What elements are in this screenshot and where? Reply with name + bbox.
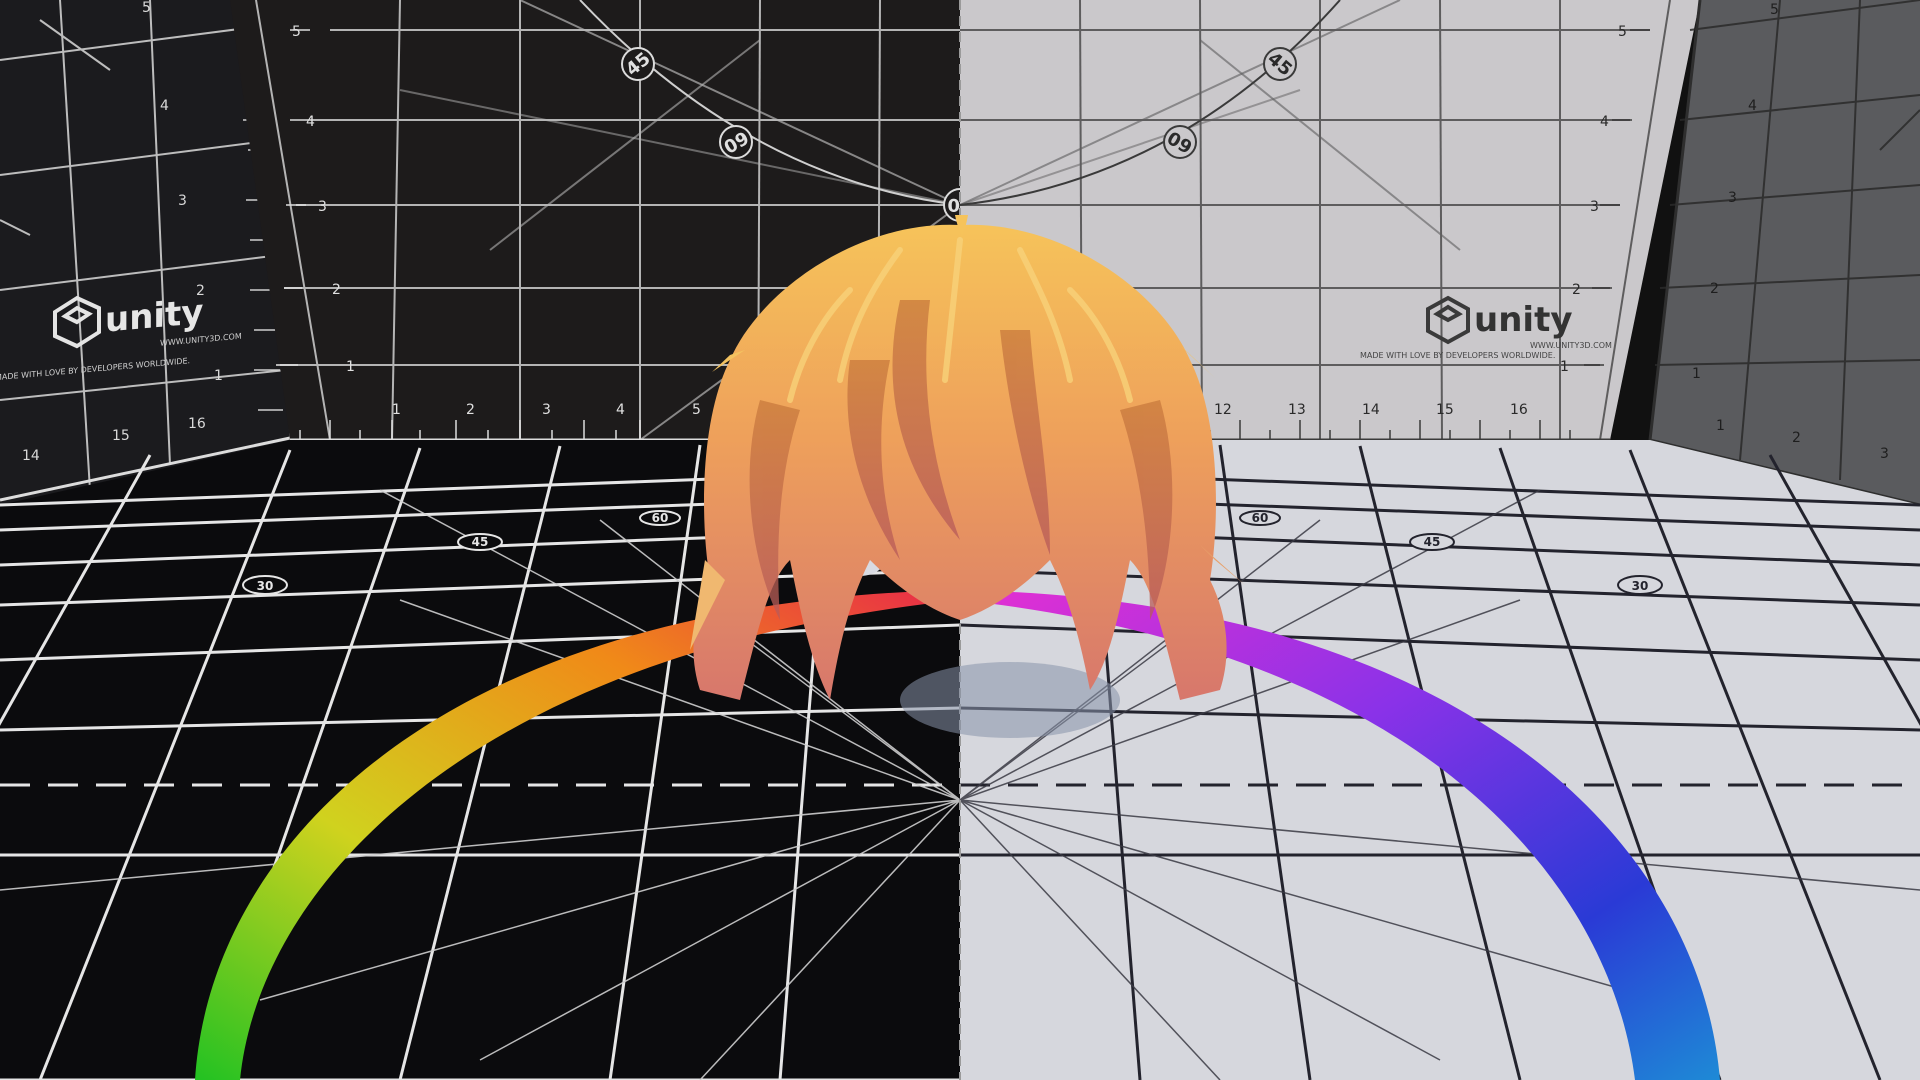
right-wall-ruler-5: 5 [1770,2,1779,18]
left-wall-ruler-3: 3 [178,193,187,209]
back-dark-ruler-h4: 4 [616,402,625,418]
scene-render: 5 4 3 2 1 14 15 16 unity WWW.UNITY3D.COM… [0,0,1920,1080]
back-light-ruler-h12: 12 [1214,402,1232,418]
right-wall-ruler-3: 3 [1728,190,1737,206]
back-light-ruler-h14: 14 [1362,402,1380,418]
right-side-wall: 5 4 3 2 1 1 2 3 [1648,0,1920,510]
left-wall-ruler-16: 16 [188,416,206,432]
right-wall-ruler-h1: 1 [1716,418,1725,434]
angle-label-45-floor-light: 45 [1424,535,1441,549]
viewport-3d[interactable]: 5 4 3 2 1 14 15 16 unity WWW.UNITY3D.COM… [0,0,1920,1080]
back-light-ruler-5: 5 [1618,24,1627,40]
unity-logo-right-tagline: MADE WITH LOVE BY DEVELOPERS WORLDWIDE. [1360,351,1555,360]
angle-label-30-floor-dark: 30 [257,579,274,593]
left-wall-ruler-5: 5 [142,0,151,16]
left-wall-ruler-1: 1 [214,368,223,384]
back-light-ruler-h16: 16 [1510,402,1528,418]
back-dark-ruler-4: 4 [306,114,315,130]
right-wall-ruler-2: 2 [1710,281,1719,297]
back-light-ruler-4: 4 [1600,114,1609,130]
back-light-ruler-h13: 13 [1288,402,1306,418]
back-light-ruler-1: 1 [1560,359,1569,375]
angle-label-60-floor-light: 60 [1252,511,1269,525]
back-dark-ruler-3: 3 [318,199,327,215]
back-light-ruler-2: 2 [1572,282,1581,298]
angle-label-60-floor-dark: 60 [652,511,669,525]
back-light-ruler-3: 3 [1590,199,1599,215]
back-light-ruler-h15: 15 [1436,402,1454,418]
angle-label-45-floor-dark: 45 [472,535,489,549]
unity-logo-right-word: unity [1474,300,1572,340]
right-wall-ruler-h3: 3 [1880,446,1889,462]
left-wall-ruler-4: 4 [160,98,169,114]
right-wall-ruler-1: 1 [1692,366,1701,382]
back-dark-ruler-h2: 2 [466,402,475,418]
back-dark-ruler-h1: 1 [392,402,401,418]
unity-logo-right-url: WWW.UNITY3D.COM [1530,341,1612,350]
left-wall-ruler-15: 15 [112,428,130,444]
back-dark-ruler-5: 5 [292,24,301,40]
back-dark-ruler-2: 2 [332,282,341,298]
back-dark-ruler-1: 1 [346,359,355,375]
right-wall-ruler-h2: 2 [1792,430,1801,446]
right-wall-ruler-4: 4 [1748,98,1757,114]
back-dark-ruler-h3: 3 [542,402,551,418]
left-wall-ruler-14: 14 [22,448,40,464]
angle-label-30-floor-light: 30 [1632,579,1649,593]
back-dark-ruler-h5: 5 [692,402,701,418]
